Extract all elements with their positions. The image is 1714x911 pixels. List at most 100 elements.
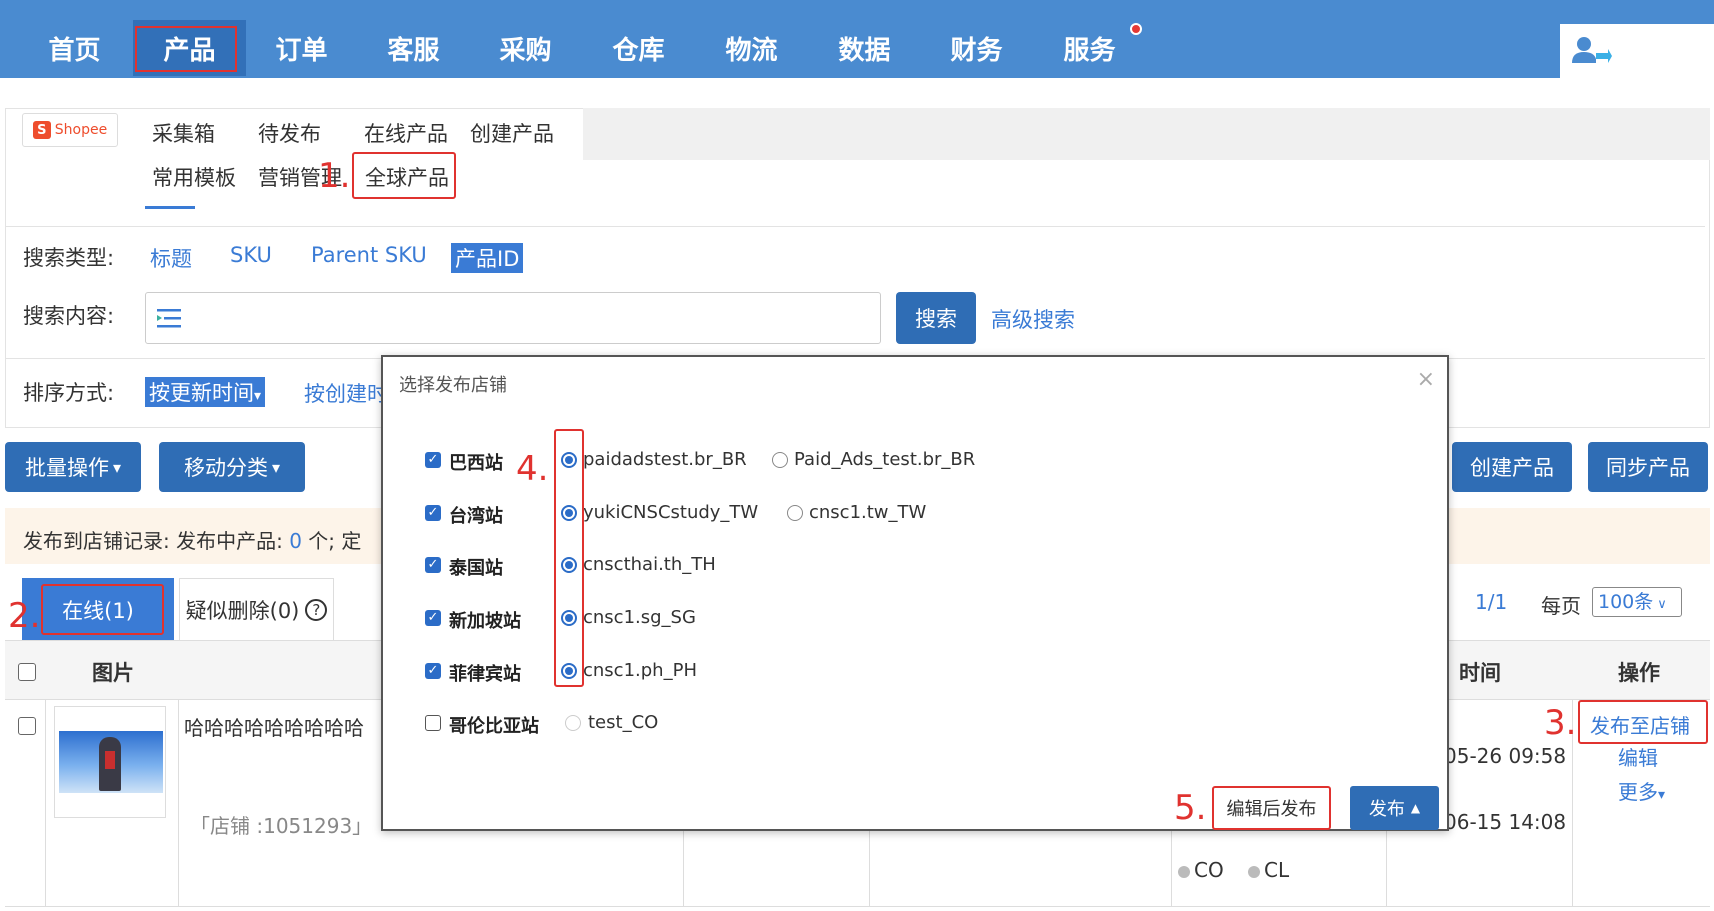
tab-suspect-label: 疑似删除(0) [185, 598, 300, 623]
publish-label: 发布 [1368, 799, 1405, 820]
nav-purchase[interactable]: 采购 [469, 20, 582, 76]
close-icon[interactable]: × [1417, 367, 1435, 392]
subtab-online[interactable]: 在线产品 [364, 118, 448, 148]
subtab-bar-bg [583, 108, 1710, 160]
per-page-label: 每页 [1541, 594, 1581, 618]
col-divider [1386, 831, 1387, 906]
subtab-create[interactable]: 创建产品 [470, 118, 554, 148]
notice-suffix: 个; 定 [308, 529, 362, 553]
advanced-search-link[interactable]: 高级搜索 [991, 304, 1075, 334]
shop-radio-tw-2[interactable] [787, 505, 803, 521]
site-checkbox-tw[interactable]: ✓ [425, 505, 441, 521]
search-content-label: 搜索内容: [23, 304, 115, 328]
annotation-3: 3. [1544, 703, 1577, 743]
search-type-parent-sku[interactable]: Parent SKU [311, 243, 427, 267]
annotation-box-shops [554, 429, 584, 687]
annotation-box-global [352, 152, 456, 199]
col-divider [1171, 831, 1172, 906]
subtab-collection[interactable]: 采集箱 [152, 118, 215, 148]
site-checkbox-ph[interactable]: ✓ [425, 663, 441, 679]
shopee-logo[interactable]: S Shopee [22, 113, 118, 147]
sort-by-update[interactable]: 按更新时间▾ [145, 377, 266, 407]
col-divider [178, 700, 179, 906]
row-bottom [5, 906, 1710, 907]
product-image [59, 731, 163, 793]
site-label-sg: 新加坡站 [449, 611, 521, 632]
annotation-4: 4. [516, 449, 549, 489]
site-co: CO [1178, 858, 1224, 882]
notice-label: 发布到店铺记录: 发布中产品: [23, 529, 283, 553]
annotation-box-online [41, 584, 164, 635]
nav-service[interactable]: 客服 [357, 20, 470, 76]
user-menu[interactable] [1560, 24, 1714, 78]
annotation-2: 2. [8, 596, 41, 636]
nav-home[interactable]: 首页 [18, 20, 131, 76]
annotation-box-publish [1578, 700, 1708, 744]
edit-link[interactable]: 编辑 [1618, 742, 1658, 771]
site-checkbox-br[interactable]: ✓ [425, 452, 441, 468]
notice-count[interactable]: 0 [289, 529, 302, 553]
more-menu[interactable]: 更多▾ [1618, 776, 1665, 805]
nav-data[interactable]: 数据 [808, 20, 921, 76]
row-checkbox[interactable] [18, 717, 36, 735]
search-type-product-id[interactable]: 产品ID [451, 243, 524, 273]
nav-logistics[interactable]: 物流 [695, 20, 808, 76]
product-title[interactable]: 哈哈哈哈哈哈哈哈哈 [184, 712, 364, 741]
site-cl: CL [1248, 858, 1289, 882]
header-time: 时间 [1459, 661, 1501, 685]
sort-label: 排序方式: [23, 381, 115, 405]
per-page-select[interactable]: 100条 ∨ [1592, 587, 1682, 617]
batch-actions-button[interactable]: 批量操作 ▾ [5, 442, 141, 492]
col-divider [683, 831, 684, 906]
caret-down-icon: ▾ [112, 457, 122, 477]
shop-radio-co-1[interactable] [565, 715, 581, 731]
nav-products[interactable]: 产品 [133, 20, 246, 76]
subtab-templates[interactable]: 常用模板 [152, 162, 236, 192]
search-type-label: 搜索类型: [23, 246, 115, 270]
notice-text: 发布到店铺记录: 发布中产品: 0 个; 定 [23, 525, 361, 554]
nav-finance[interactable]: 财务 [920, 20, 1033, 76]
nav-orders[interactable]: 订单 [245, 20, 358, 76]
caret-down-icon: ▾ [1658, 787, 1666, 803]
sort-by-create[interactable]: 按创建时 [304, 378, 388, 408]
search-button[interactable]: 搜索 [896, 292, 976, 344]
caret-down-icon: ▾ [254, 388, 262, 404]
shop-label-th-1: cnscthai.th_TH [583, 554, 716, 575]
divider [5, 226, 1705, 227]
col-divider [869, 831, 870, 906]
shop-radio-br-2[interactable] [772, 452, 788, 468]
move-category-button[interactable]: 移动分类 ▾ [159, 442, 305, 492]
site-cl-label: CL [1264, 858, 1290, 882]
shop-label-tw-2: cnsc1.tw_TW [809, 502, 927, 523]
annotation-box [135, 26, 237, 72]
site-checkbox-co[interactable] [425, 715, 441, 731]
shop-label-br-2: Paid_Ads_test.br_BR [794, 449, 976, 470]
subtab-pending[interactable]: 待发布 [258, 118, 321, 148]
product-thumbnail[interactable] [54, 706, 166, 818]
search-input[interactable] [145, 292, 881, 344]
shop-label-sg-1: cnsc1.sg_SG [583, 607, 696, 628]
tab-suspect-deleted[interactable]: 疑似删除(0) ? [179, 578, 334, 640]
site-checkbox-sg[interactable]: ✓ [425, 610, 441, 626]
store-id: 「店铺 :1051293」 [190, 814, 373, 838]
publish-button[interactable]: 发布 ▲ [1350, 786, 1439, 830]
header-image: 图片 [92, 661, 134, 685]
shopee-bag-icon: S [32, 121, 51, 139]
subtab-active-underline [145, 206, 195, 209]
annotation-1: 1. [318, 156, 351, 196]
search-type-title[interactable]: 标题 [150, 243, 192, 273]
caret-down-icon: ▾ [271, 457, 281, 477]
select-store-modal: 选择发布店铺 × ✓ 巴西站 paidadstest.br_BR Paid_Ad… [381, 355, 1449, 831]
search-type-sku[interactable]: SKU [230, 243, 272, 267]
select-all-checkbox[interactable] [18, 663, 36, 681]
help-icon[interactable]: ? [305, 598, 328, 621]
nav-warehouse[interactable]: 仓库 [582, 20, 695, 76]
site-co-label: CO [1194, 858, 1224, 882]
sync-product-button[interactable]: 同步产品 [1588, 442, 1708, 492]
site-label-br: 巴西站 [449, 453, 503, 474]
create-product-button[interactable]: 创建产品 [1452, 442, 1572, 492]
modal-title: 选择发布店铺 [399, 375, 507, 396]
site-checkbox-th[interactable]: ✓ [425, 557, 441, 573]
sort-by-update-label: 按更新时间 [149, 381, 254, 405]
edit-then-publish-button[interactable]: 编辑后发布 [1212, 786, 1331, 830]
